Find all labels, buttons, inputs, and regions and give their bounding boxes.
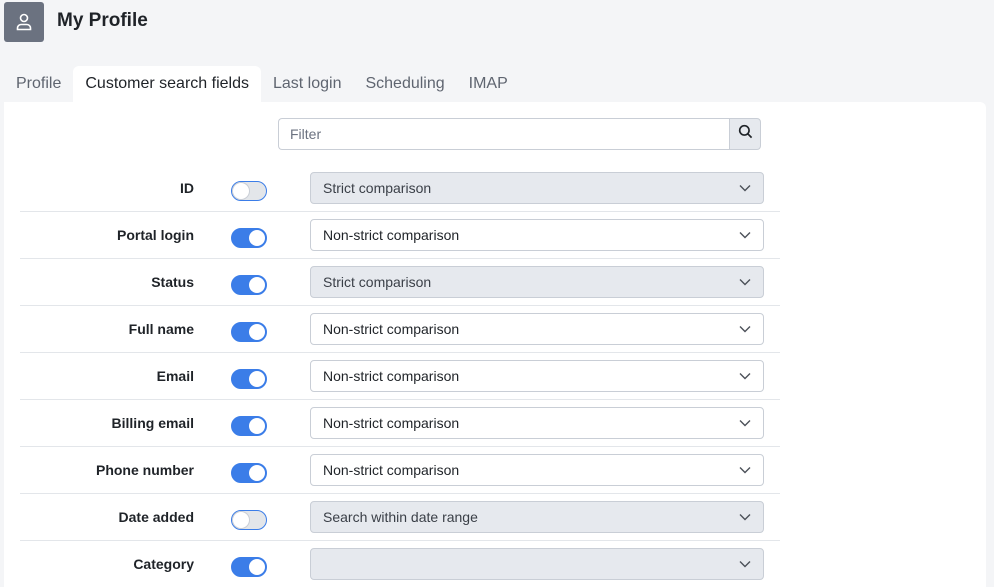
tab-profile[interactable]: Profile [4,66,73,102]
toggle-knob [249,324,265,340]
field-row: Email Non-strict comparison [20,353,780,400]
tab-scheduling[interactable]: Scheduling [353,66,456,102]
filter-input[interactable] [278,118,729,150]
field-label: Full name [128,321,194,337]
chevron-down-icon [739,558,751,570]
field-enabled-toggle[interactable] [231,463,267,483]
toggle-knob [249,371,265,387]
field-label: Portal login [117,227,194,243]
toggle-knob [249,559,265,575]
comparison-select[interactable]: Non-strict comparison [310,313,764,345]
chevron-down-icon [739,370,751,382]
comparison-select[interactable]: Strict comparison [310,172,764,204]
comparison-select[interactable]: Non-strict comparison [310,360,764,392]
field-row: Date added Search within date range [20,494,780,541]
field-enabled-toggle[interactable] [231,181,267,201]
comparison-value: Non-strict comparison [323,321,460,337]
field-label: Category [133,556,194,572]
search-fields-panel: ID Strict comparison Portal login Non-stric… [4,102,986,587]
chevron-down-icon [739,276,751,288]
toggle-knob [249,465,265,481]
chevron-down-icon [739,417,751,429]
chevron-down-icon [739,182,751,194]
comparison-value: Non-strict comparison [323,227,460,243]
filter-bar [278,118,761,150]
comparison-select[interactable]: Non-strict comparison [310,407,764,439]
field-label: Date added [118,509,194,525]
toggle-knob [249,230,265,246]
field-enabled-toggle[interactable] [231,510,267,530]
comparison-value: Strict comparison [323,180,432,196]
toggle-knob [249,277,265,293]
comparison-select[interactable] [310,548,764,580]
comparison-select[interactable]: Non-strict comparison [310,454,764,486]
page-header: My Profile [0,0,994,50]
tab-imap[interactable]: IMAP [457,66,520,102]
field-row: ID Strict comparison [20,165,780,212]
field-row: Status Strict comparison [20,259,780,306]
comparison-value: Search within date range [323,509,478,525]
field-label: Billing email [111,415,194,431]
tab-customer-search-fields[interactable]: Customer search fields [73,66,261,102]
field-row: Billing email Non-strict comparison [20,400,780,447]
field-label: Email [156,368,194,384]
chevron-down-icon [739,323,751,335]
field-enabled-toggle[interactable] [231,416,267,436]
field-enabled-toggle[interactable] [231,228,267,248]
field-row: Full name Non-strict comparison [20,306,780,353]
toggle-knob [233,183,249,199]
toggle-knob [233,512,249,528]
comparison-select[interactable]: Non-strict comparison [310,219,764,251]
page-title: My Profile [57,10,148,31]
field-row: Portal login Non-strict comparison [20,212,780,259]
chevron-down-icon [739,464,751,476]
chevron-down-icon [739,511,751,523]
field-label: Status [151,274,194,290]
filter-search-button[interactable] [729,118,761,150]
tab-last-login[interactable]: Last login [261,66,354,102]
field-enabled-toggle[interactable] [231,557,267,577]
field-row: Phone number Non-strict comparison [20,447,780,494]
field-list: ID Strict comparison Portal login Non-stric… [20,165,780,587]
toggle-knob [249,418,265,434]
comparison-value: Non-strict comparison [323,368,460,384]
comparison-value: Non-strict comparison [323,462,460,478]
comparison-select[interactable]: Strict comparison [310,266,764,298]
field-enabled-toggle[interactable] [231,369,267,389]
field-enabled-toggle[interactable] [231,275,267,295]
field-label: ID [180,180,194,196]
comparison-value: Strict comparison [323,274,432,290]
field-row: Category [20,541,780,587]
search-icon [738,124,753,144]
chevron-down-icon [739,229,751,241]
field-label: Phone number [95,462,194,478]
field-enabled-toggle[interactable] [231,322,267,342]
comparison-value: Non-strict comparison [323,415,460,431]
comparison-select[interactable]: Search within date range [310,501,764,533]
user-icon [4,2,44,42]
tab-bar: Profile Customer search fields Last logi… [4,66,520,102]
